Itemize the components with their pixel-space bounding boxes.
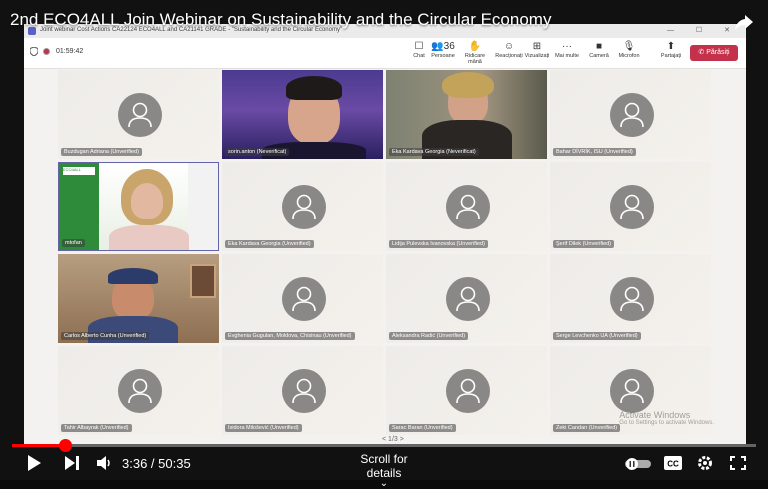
settings-gear-icon[interactable] xyxy=(697,455,713,471)
video-player[interactable]: Joint webinar Cost Actions CA22124 ECO4A… xyxy=(0,0,768,489)
video-title[interactable]: 2nd ECO4ALL Join Webinar on Sustainabili… xyxy=(10,10,551,30)
watermark-subtitle: Go to Settings to activate Windows. xyxy=(619,420,714,426)
participant-tile[interactable]: Sarac Baran (Unverified) xyxy=(386,346,547,435)
progress-fill xyxy=(12,444,65,447)
time-display: 3:36 / 50:35 xyxy=(122,456,191,471)
participant-tile[interactable]: Tahir Albayrak (Unverified) xyxy=(58,346,219,435)
fullscreen-icon[interactable] xyxy=(730,456,746,470)
share-icon[interactable] xyxy=(734,12,754,32)
avatar-icon xyxy=(610,277,654,321)
participant-name: Serge Levchenko UA (Unverified) xyxy=(553,332,641,340)
leave-button[interactable]: ✆ Părăsiți xyxy=(690,45,738,61)
avatar-icon xyxy=(118,93,162,137)
participant-name: Carlos Alberto Cunha (Unverified) xyxy=(61,332,150,340)
participant-tile[interactable]: Bahar DİVRİK, ISU (Unverified) xyxy=(550,70,711,159)
toolbar-label: Partajați xyxy=(660,53,682,59)
participant-name: Buzdugan Adriana (Unverified) xyxy=(61,148,142,156)
activate-windows-watermark: Activate Windows Go to Settings to activ… xyxy=(619,410,714,426)
participant-grid: Buzdugan Adriana (Unverified) sorin.anton… xyxy=(58,70,712,435)
avatar-icon xyxy=(282,185,326,229)
participant-tile[interactable]: sorin.anton (Neverificat) xyxy=(222,70,383,159)
share-icon: ⬆ xyxy=(666,41,676,52)
participant-name: mtofan xyxy=(62,239,85,247)
participant-tile[interactable]: Isidora Milošević (Unverified) xyxy=(222,346,383,435)
avatar-icon xyxy=(610,185,654,229)
camera-icon: ■ xyxy=(595,41,603,52)
volume-icon[interactable] xyxy=(96,454,112,472)
captions-icon[interactable]: CC xyxy=(664,456,682,470)
teams-meeting-window: Joint webinar Cost Actions CA22124 ECO4A… xyxy=(24,24,746,444)
toolbar-label: Mai multe xyxy=(555,53,579,59)
toolbar-share-button[interactable]: ⬆ Partajați xyxy=(656,41,686,59)
participant-name: Eka Kardava Georgia (Unverified) xyxy=(225,240,314,248)
participant-tile[interactable]: Serge Levchenko UA (Unverified) xyxy=(550,254,711,343)
window-controls[interactable]: — ☐ ✕ xyxy=(667,26,740,34)
next-icon[interactable] xyxy=(64,454,80,472)
toolbar-people-button[interactable]: 👥36 Persoane xyxy=(428,41,458,59)
participant-name: Sarac Baran (Unverified) xyxy=(389,424,456,432)
scroll-hint-label: Scroll for details xyxy=(360,452,408,480)
leave-label: Părăsiți xyxy=(706,49,730,56)
participant-name: Isidora Milošević (Unverified) xyxy=(225,424,302,432)
toolbar-raise-hand-button[interactable]: ✋ Ridicare mână xyxy=(460,41,490,65)
toolbar-microphone-button[interactable]: 🎙 Microfon xyxy=(614,41,644,59)
participant-tile[interactable]: Lidija Pulevska Ivanovska (Unverified) xyxy=(386,162,547,251)
grid-pager[interactable]: < 1/3 > xyxy=(382,436,404,443)
participant-name: Evghenia Gugulan, Moldova, Chisinau (Unv… xyxy=(225,332,355,340)
avatar-icon xyxy=(118,369,162,413)
participant-tile[interactable]: ECO4ALL mtofan xyxy=(58,162,219,251)
participant-name: Lidija Pulevska Ivanovska (Unverified) xyxy=(389,240,488,248)
toolbar-reactions-button[interactable]: ☺ Reacționați xyxy=(494,41,524,59)
avatar-icon xyxy=(610,369,654,413)
scroll-for-details[interactable]: Scroll for details ⌄ xyxy=(343,452,425,489)
raise-hand-icon: ✋ xyxy=(468,41,482,52)
chevron-down-icon: ⌄ xyxy=(379,478,389,489)
toolbar-label: Reacționați xyxy=(495,53,523,59)
recording-indicator-icon xyxy=(43,48,50,55)
more-icon: ··· xyxy=(562,41,572,52)
avatar-icon xyxy=(610,93,654,137)
participant-name: Aleksandra Radić (Unverified) xyxy=(389,332,469,340)
participant-name: Bahar DİVRİK, ISU (Unverified) xyxy=(553,148,636,156)
participant-name: Zeki Candan (Unverified) xyxy=(553,424,621,432)
participant-name: Şerif Dilek (Unverified) xyxy=(553,240,615,248)
reactions-icon: ☺ xyxy=(503,41,515,52)
pager-label: 1/3 xyxy=(388,436,398,443)
participant-tile[interactable]: Carlos Alberto Cunha (Unverified) xyxy=(58,254,219,343)
toolbar-view-button[interactable]: ⊞ Vizualizați xyxy=(522,41,552,59)
avatar-icon xyxy=(446,185,490,229)
avatar-icon xyxy=(282,277,326,321)
toolbar-camera-button[interactable]: ■ Cameră xyxy=(584,41,614,59)
toolbar-label: Microfon xyxy=(618,53,640,59)
participant-tile[interactable]: Buzdugan Adriana (Unverified) xyxy=(58,70,219,159)
avatar-icon xyxy=(446,277,490,321)
participant-tile[interactable]: Aleksandra Radić (Unverified) xyxy=(386,254,547,343)
participant-tile[interactable]: Eka Kardava Georgia (Unverified) xyxy=(222,162,383,251)
participant-name: Tahir Albayrak (Unverified) xyxy=(61,424,132,432)
svg-text:CC: CC xyxy=(667,460,679,469)
avatar-icon xyxy=(282,369,326,413)
progress-bar[interactable] xyxy=(12,439,756,452)
avatar-icon xyxy=(446,369,490,413)
meeting-timer: 01:59:42 xyxy=(56,48,84,55)
meeting-toolbar: 01:59:42 ☐ Chat 👥36 Persoane ✋ Ridicare mână ☺… xyxy=(24,38,746,69)
people-icon: 👥36 xyxy=(431,41,455,52)
toolbar-more-button[interactable]: ··· Mai multe xyxy=(552,41,582,59)
shield-icon xyxy=(30,47,38,56)
toolbar-label: Cameră xyxy=(589,53,609,59)
participant-tile[interactable]: Şerif Dilek (Unverified) xyxy=(550,162,711,251)
participant-name: sorin.anton (Neverificat) xyxy=(225,148,290,156)
toolbar-label: Vizualizați xyxy=(524,53,550,59)
autoplay-toggle-icon[interactable] xyxy=(625,457,651,471)
participant-tile[interactable]: Evghenia Gugulan, Moldova, Chisinau (Unv… xyxy=(222,254,383,343)
scrubber-handle[interactable] xyxy=(58,439,72,452)
view-icon: ⊞ xyxy=(532,41,542,52)
participant-name: Eka Kardava Georgia (Neverificat) xyxy=(389,148,479,156)
toolbar-label: Ridicare mână xyxy=(464,53,486,65)
watermark-title: Activate Windows xyxy=(619,410,691,420)
participant-tile[interactable]: Eka Kardava Georgia (Neverificat) xyxy=(386,70,547,159)
microphone-icon: 🎙 xyxy=(622,41,636,52)
toolbar-label: Persoane xyxy=(431,53,455,59)
play-icon[interactable] xyxy=(26,454,42,472)
